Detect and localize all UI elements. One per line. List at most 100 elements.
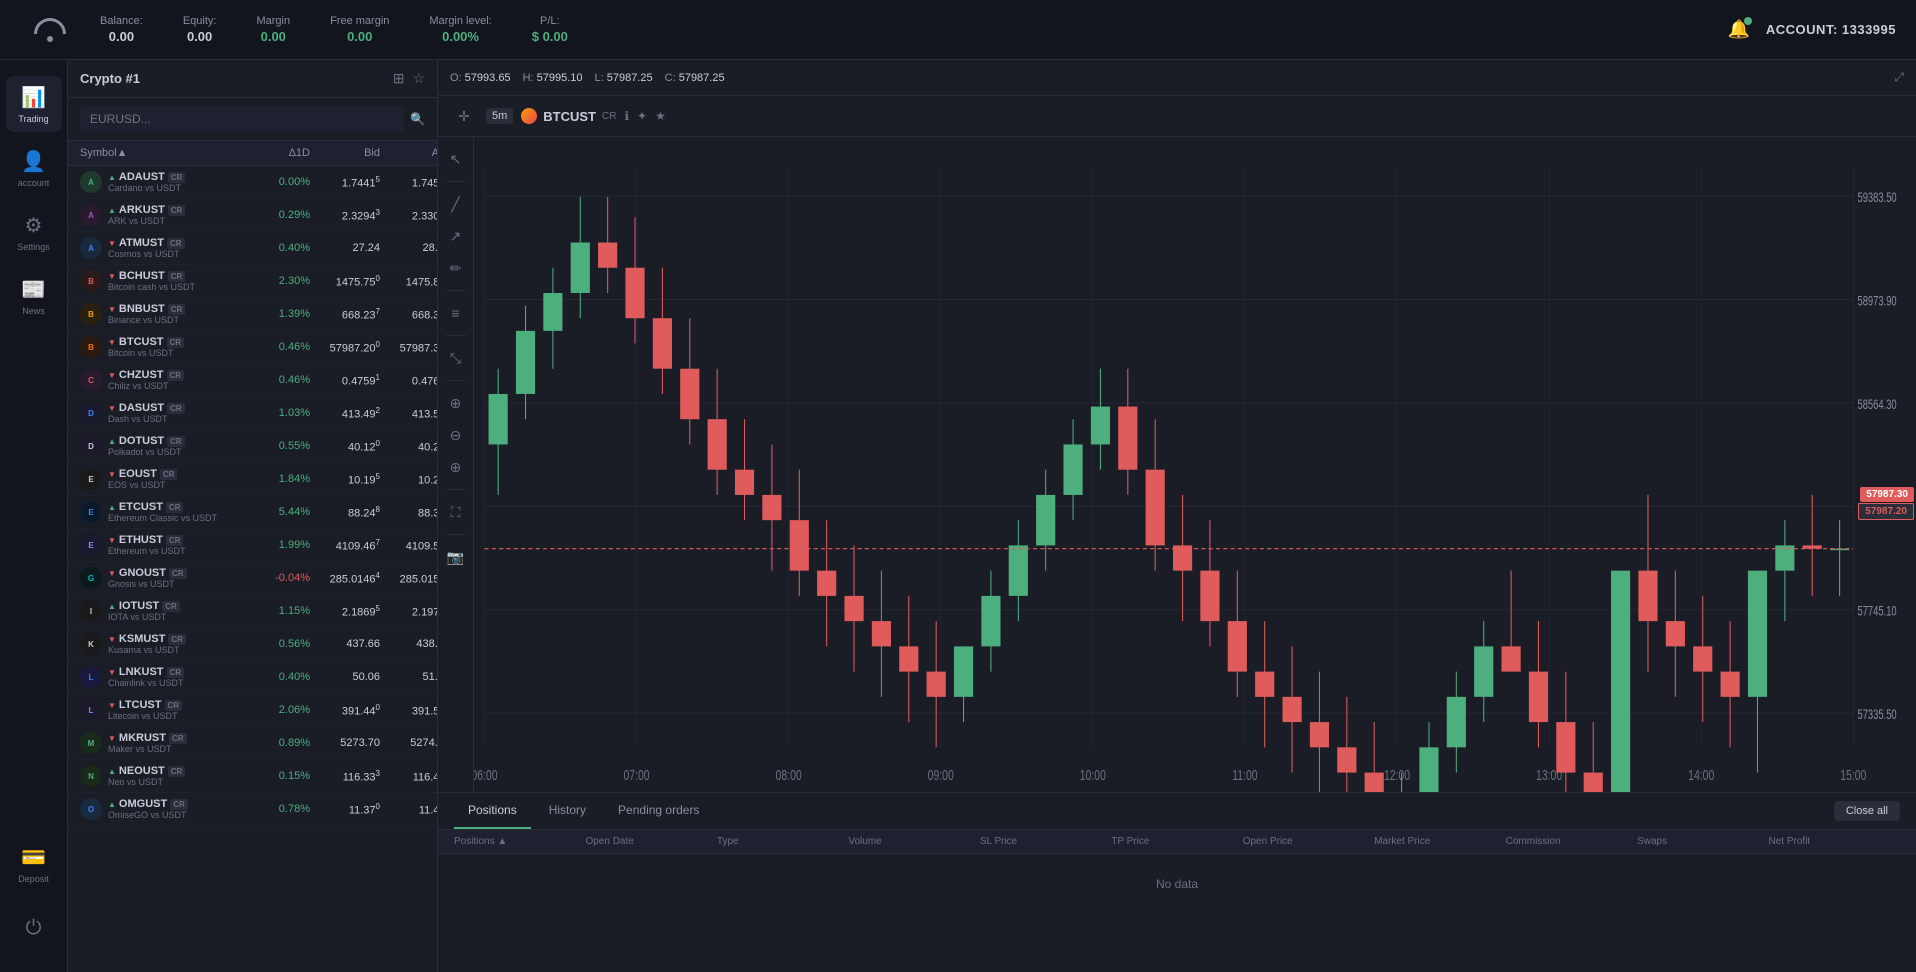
direction-arrow: ▼ bbox=[108, 734, 116, 743]
grid-icon[interactable]: ⊞ bbox=[393, 70, 405, 87]
symbol-logo: I bbox=[80, 600, 102, 622]
list-item[interactable]: A ▲ ADAUST CR Cardano vs USDT 0.00% 1.74… bbox=[68, 166, 437, 199]
price-bid-tag: 57987.20 bbox=[1858, 503, 1914, 520]
symbol-text: ▼ ETHUST CR Ethereum vs USDT bbox=[108, 534, 186, 556]
measure-tool[interactable]: ⤡ bbox=[442, 344, 470, 372]
delta-value: 0.55% bbox=[240, 440, 310, 452]
chart-expand-icon[interactable]: ⤢ bbox=[1894, 70, 1904, 85]
line-tool[interactable]: ╱ bbox=[442, 190, 470, 218]
list-item[interactable]: A ▼ ATMUST CR Cosmos vs USDT 0.40% 27.24… bbox=[68, 232, 437, 265]
candlestick-chart[interactable]: 06:0007:0008:0009:0010:0011:0012:0013:00… bbox=[474, 137, 1916, 792]
tool-separator-3 bbox=[446, 335, 466, 336]
favourite-icon[interactable]: ★ bbox=[655, 109, 666, 123]
sidebar-item-trading[interactable]: 📊 Trading bbox=[6, 76, 62, 132]
sidebar-item-power[interactable]: ⏻ bbox=[6, 900, 62, 956]
symbol-logo: A bbox=[80, 204, 102, 226]
timeframe-5m[interactable]: 5m bbox=[486, 108, 513, 124]
crosshair-icon[interactable]: ✛ bbox=[450, 102, 478, 130]
metric-pl: P/L: $ 0.00 bbox=[532, 15, 568, 44]
list-item[interactable]: I ▲ IOTUST CR IOTA vs USDT 1.15% 2.18695… bbox=[68, 595, 437, 628]
positions-header: Positions ▲ Open Date Type Volume SL Pri… bbox=[438, 830, 1916, 854]
symbol-text: ▲ IOTUST CR IOTA vs USDT bbox=[108, 600, 180, 622]
bid-value: 668.237 bbox=[310, 307, 380, 322]
symbol-info: L ▼ LNKUST CR Chainlink vs USDT bbox=[80, 666, 240, 688]
tab-positions[interactable]: Positions bbox=[454, 793, 531, 829]
cursor-tool[interactable]: ↖ bbox=[442, 145, 470, 173]
ask-value: 88.348 bbox=[380, 505, 437, 520]
ask-value: 413.592 bbox=[380, 406, 437, 421]
list-item[interactable]: N ▲ NEOUST CR Neo vs USDT 0.15% 116.333 … bbox=[68, 760, 437, 793]
list-item[interactable]: B ▼ BCHUST CR Bitcoin cash vs USDT 2.30%… bbox=[68, 265, 437, 298]
crosshair-tool[interactable]: ⊕ bbox=[442, 453, 470, 481]
list-item[interactable]: A ▲ ARKUST CR ARK vs USDT 0.29% 2.32943 … bbox=[68, 199, 437, 232]
bid-value: 40.120 bbox=[310, 439, 380, 454]
fullscreen-tool[interactable]: ⛶ bbox=[442, 498, 470, 526]
list-item[interactable]: B ▼ BTCUST CR Bitcoin vs USDT 0.46% 5798… bbox=[68, 331, 437, 364]
notification-bell[interactable]: 🔔 bbox=[1727, 19, 1749, 40]
svg-text:07:00: 07:00 bbox=[623, 766, 649, 783]
symbol-indicator: BTCUST CR bbox=[521, 108, 616, 124]
bid-value: 10.195 bbox=[310, 472, 380, 487]
symbol-logo: M bbox=[80, 732, 102, 754]
symbol-logo: O bbox=[80, 798, 102, 820]
close-all-button[interactable]: Close all bbox=[1834, 801, 1900, 821]
symbol-actions: ℹ ✦ ★ bbox=[624, 109, 665, 123]
list-item[interactable]: D ▼ DASUST CR Dash vs USDT 1.03% 413.492… bbox=[68, 397, 437, 430]
svg-text:09:00: 09:00 bbox=[928, 766, 954, 783]
pen-tool[interactable]: ✏ bbox=[442, 254, 470, 282]
star-chart-icon[interactable]: ✦ bbox=[637, 109, 647, 123]
delta-value: 0.00% bbox=[240, 176, 310, 188]
bid-value: 2.32943 bbox=[310, 208, 380, 223]
list-item[interactable]: E ▼ ETHUST CR Ethereum vs USDT 1.99% 410… bbox=[68, 529, 437, 562]
zoom-in-tool[interactable]: ⊕ bbox=[442, 389, 470, 417]
list-item[interactable]: L ▼ LTCUST CR Litecoin vs USDT 2.06% 391… bbox=[68, 694, 437, 727]
symbol-info: A ▼ ATMUST CR Cosmos vs USDT bbox=[80, 237, 240, 259]
ray-tool[interactable]: ↗ bbox=[442, 222, 470, 250]
star-icon[interactable]: ☆ bbox=[412, 70, 425, 87]
top-right: 🔔 ACCOUNT: 1333995 bbox=[1727, 19, 1896, 40]
list-item[interactable]: E ▲ ETCUST CR Ethereum Classic vs USDT 5… bbox=[68, 496, 437, 529]
list-item[interactable]: L ▼ LNKUST CR Chainlink vs USDT 0.40% 50… bbox=[68, 661, 437, 694]
list-item[interactable]: D ▲ DOTUST CR Polkadot vs USDT 0.55% 40.… bbox=[68, 430, 437, 463]
list-item[interactable]: B ▼ BNBUST CR Binance vs USDT 1.39% 668.… bbox=[68, 298, 437, 331]
svg-text:59383.50: 59383.50 bbox=[1857, 192, 1896, 206]
list-item[interactable]: M ▼ MKRUST CR Maker vs USDT 0.89% 5273.7… bbox=[68, 727, 437, 760]
tab-history[interactable]: History bbox=[535, 793, 600, 829]
info-icon[interactable]: ℹ bbox=[624, 109, 629, 123]
symbol-text: ▼ BNBUST CR Binance vs USDT bbox=[108, 303, 185, 325]
zoom-out-tool[interactable]: ⊖ bbox=[442, 421, 470, 449]
sidebar-item-settings[interactable]: ⚙ Settings bbox=[6, 204, 62, 260]
chart-canvas-area: 06:0007:0008:0009:0010:0011:0012:0013:00… bbox=[474, 137, 1916, 792]
list-item[interactable]: K ▼ KSMUST CR Kusama vs USDT 0.56% 437.6… bbox=[68, 628, 437, 661]
symbol-info: M ▼ MKRUST CR Maker vs USDT bbox=[80, 732, 240, 754]
symbol-logo: D bbox=[80, 402, 102, 424]
symbol-info: C ▼ CHZUST CR Chiliz vs USDT bbox=[80, 369, 240, 391]
screenshot-tool[interactable]: 📷 bbox=[442, 543, 470, 571]
symbol-info: I ▲ IOTUST CR IOTA vs USDT bbox=[80, 600, 240, 622]
symbol-info: K ▼ KSMUST CR Kusama vs USDT bbox=[80, 633, 240, 655]
list-item[interactable]: E ▼ EOUST CR EOS vs USDT 1.84% 10.195 10… bbox=[68, 463, 437, 496]
search-icon[interactable]: 🔍 bbox=[410, 112, 425, 126]
bid-value: 11.370 bbox=[310, 802, 380, 817]
sidebar-item-deposit[interactable]: 💳 Deposit bbox=[6, 836, 62, 892]
ask-value: 11.470 bbox=[380, 802, 437, 817]
chart-tools-row: ↖ ╱ ↗ ✏ ≡ ⤡ ⊕ ⊖ ⊕ ⛶ 📷 bbox=[438, 137, 1916, 792]
text-tool[interactable]: ≡ bbox=[442, 299, 470, 327]
symbol-info: B ▼ BCHUST CR Bitcoin cash vs USDT bbox=[80, 270, 240, 292]
bid-value: 391.440 bbox=[310, 703, 380, 718]
list-item[interactable]: C ▼ CHZUST CR Chiliz vs USDT 0.46% 0.475… bbox=[68, 364, 437, 397]
sidebar-item-news[interactable]: 📰 News bbox=[6, 268, 62, 324]
search-input[interactable] bbox=[80, 106, 404, 132]
list-item[interactable]: G ▼ GNOUST CR Gnosis vs USDT -0.04% 285.… bbox=[68, 562, 437, 595]
tab-pending-orders[interactable]: Pending orders bbox=[604, 793, 713, 829]
sidebar-item-account[interactable]: 👤 account bbox=[6, 140, 62, 196]
list-item[interactable]: O ▲ OMGUST CR OmiseGO vs USDT 0.78% 11.3… bbox=[68, 793, 437, 826]
symbol-text: ▼ CHZUST CR Chiliz vs USDT bbox=[108, 369, 184, 391]
direction-arrow: ▼ bbox=[108, 470, 116, 479]
ask-value: 668.337 bbox=[380, 307, 437, 322]
bid-value: 116.333 bbox=[310, 769, 380, 784]
chart-topbar: O: 57993.65 H: 57995.10 L: 57987.25 C: 5… bbox=[438, 60, 1916, 96]
ask-value: 1.74518 bbox=[380, 175, 437, 190]
bid-value: 5273.70 bbox=[310, 737, 380, 749]
symbol-text: ▲ OMGUST CR OmiseGO vs USDT bbox=[108, 798, 188, 820]
